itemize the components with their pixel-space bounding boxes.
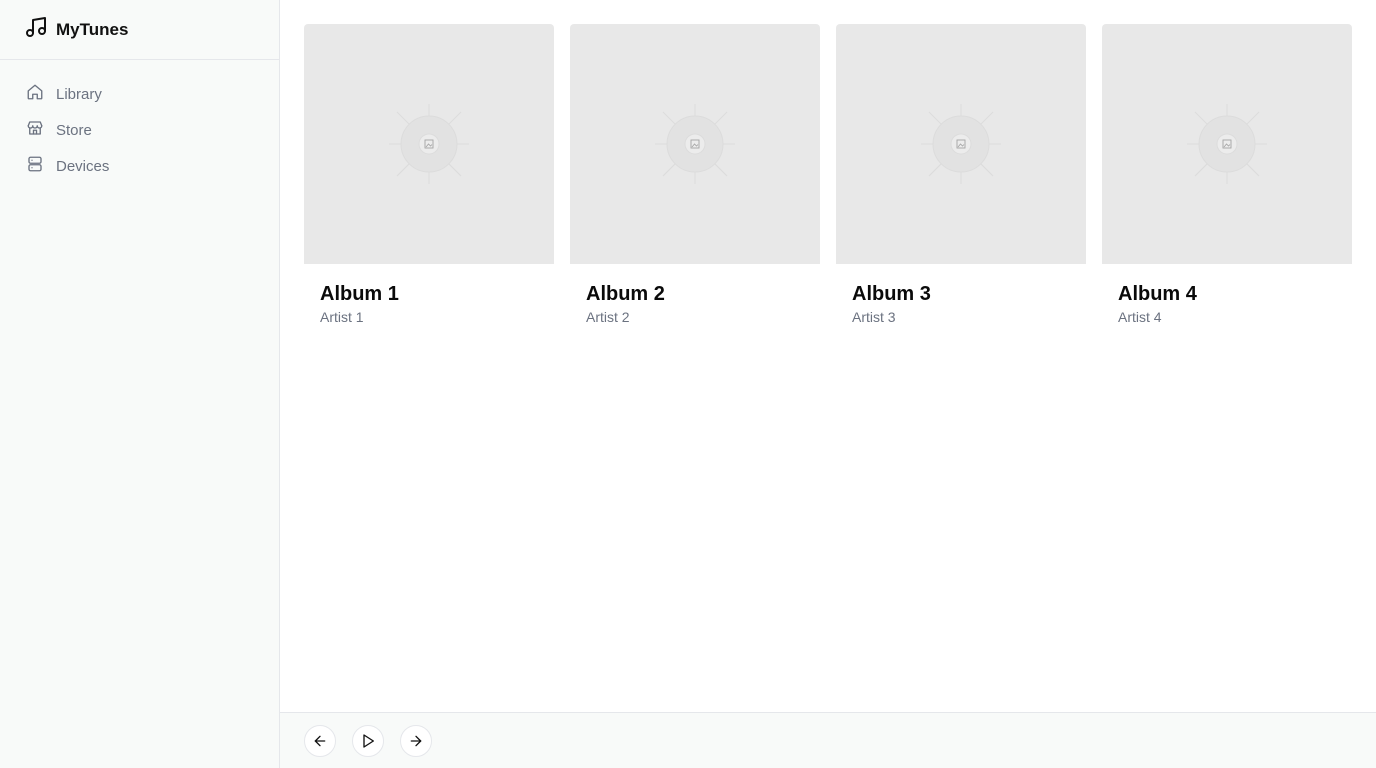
album-card-3[interactable]: Album 3 Artist 3 [836, 24, 1086, 326]
app-title: MyTunes [56, 19, 129, 39]
album-card-2[interactable]: Album 2 Artist 2 [570, 24, 820, 326]
main-content: Album 1 Artist 1 Album 2 Artist 2 Album … [280, 0, 1376, 712]
sidebar: MyTunes Library Store Devices [0, 0, 280, 768]
album-title: Album 2 [586, 283, 665, 305]
next-button[interactable] [400, 724, 432, 757]
album-artist: Artist 3 [852, 309, 896, 325]
album-artist: Artist 2 [586, 309, 630, 325]
sidebar-item-library[interactable]: Library [16, 76, 263, 112]
album-card-4[interactable]: Album 4 Artist 4 [1102, 24, 1352, 326]
album-card-1[interactable]: Album 1 Artist 1 [304, 24, 554, 326]
album-title: Album 1 [320, 283, 399, 305]
album-cover [1102, 24, 1352, 264]
sidebar-item-label: Library [56, 85, 102, 103]
sidebar-nav: Library Store Devices [0, 60, 279, 184]
album-title: Album 3 [852, 283, 931, 305]
home-icon [26, 83, 44, 105]
brand[interactable]: MyTunes [0, 0, 279, 60]
arrow-right-icon [410, 735, 422, 746]
album-artist: Artist 1 [320, 309, 364, 325]
image-placeholder-icon [1187, 104, 1267, 184]
sidebar-item-label: Devices [56, 157, 110, 175]
store-icon [26, 119, 44, 141]
sidebar-item-devices[interactable]: Devices [16, 148, 263, 184]
player-bar [280, 712, 1376, 768]
image-placeholder-icon [921, 104, 1001, 184]
play-icon [363, 733, 374, 748]
play-button[interactable] [352, 724, 384, 757]
album-grid: Album 1 Artist 1 Album 2 Artist 2 Album … [304, 24, 1352, 326]
image-placeholder-icon [389, 104, 469, 184]
album-cover [570, 24, 820, 264]
album-cover [836, 24, 1086, 264]
album-title: Album 4 [1118, 283, 1197, 305]
album-artist: Artist 4 [1118, 309, 1162, 325]
sidebar-item-store[interactable]: Store [16, 112, 263, 148]
arrow-left-icon [314, 735, 326, 746]
image-placeholder-icon [655, 104, 735, 184]
music-note-icon [24, 15, 48, 44]
server-icon [26, 155, 44, 177]
previous-button[interactable] [304, 724, 336, 757]
sidebar-item-label: Store [56, 121, 92, 139]
album-cover [304, 24, 554, 264]
